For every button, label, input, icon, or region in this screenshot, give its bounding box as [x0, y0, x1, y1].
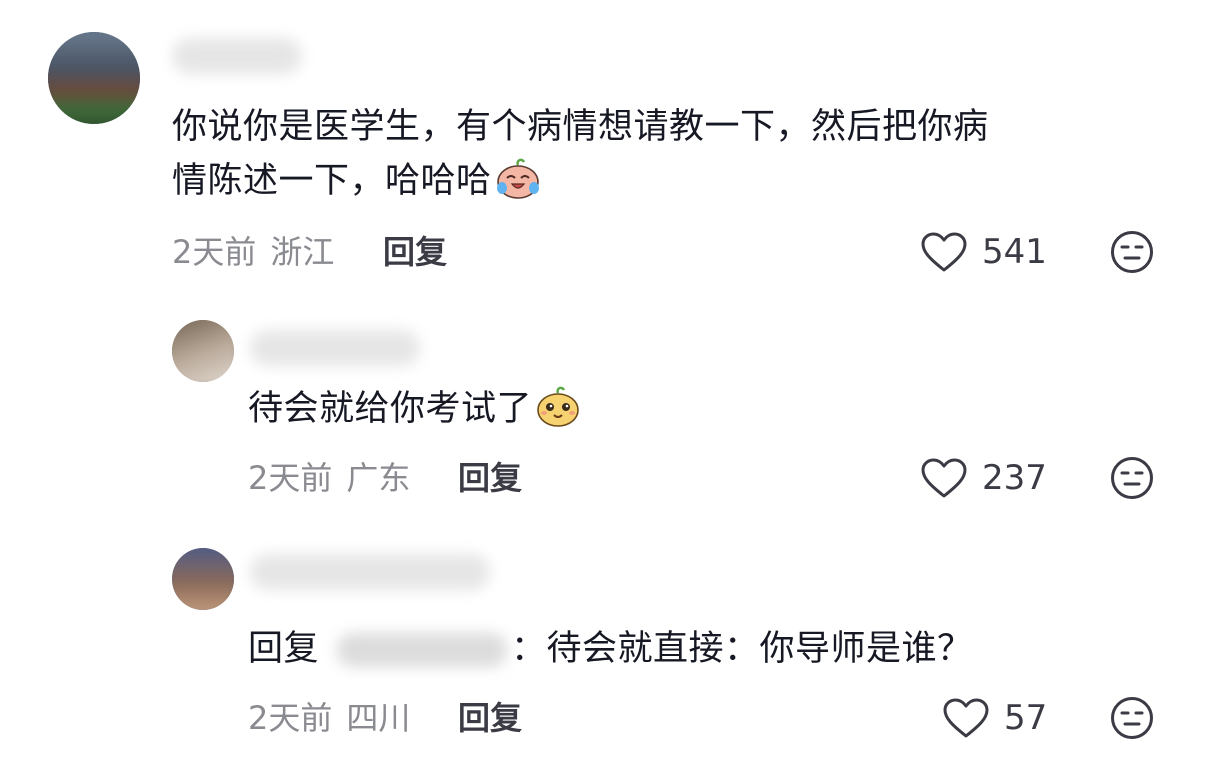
- heart-outline-icon: [921, 232, 967, 272]
- comment-meta: 2天前 四川: [248, 698, 410, 738]
- reply-button[interactable]: 回复: [458, 458, 522, 498]
- like-button[interactable]: 237: [920, 456, 1047, 500]
- reply-prefix: 回复: [248, 629, 320, 669]
- reply-button[interactable]: 回复: [458, 698, 522, 738]
- like-button[interactable]: 57: [942, 696, 1047, 740]
- like-button[interactable]: 541: [920, 230, 1047, 274]
- crying-laughing-emoji-icon: [494, 156, 542, 200]
- heart-outline-icon: [943, 698, 989, 738]
- comment-meta: 2天前 广东: [248, 458, 410, 498]
- commenter-avatar[interactable]: [48, 32, 140, 124]
- comment-time: 2天前: [248, 459, 333, 497]
- comment-meta: 2天前 浙江: [172, 232, 334, 272]
- dislike-button[interactable]: [1110, 230, 1154, 274]
- commenter-avatar[interactable]: [172, 320, 234, 382]
- commenter-name-blurred[interactable]: [172, 38, 302, 74]
- comment-time: 2天前: [172, 233, 257, 271]
- meh-face-icon: [1111, 231, 1153, 273]
- mentioned-user-blurred[interactable]: [337, 633, 508, 667]
- comment-location: 广东: [346, 459, 411, 497]
- heart-outline-icon: [921, 458, 967, 498]
- commenter-avatar[interactable]: [172, 548, 234, 610]
- like-count: 237: [982, 458, 1047, 498]
- comment-time: 2天前: [248, 699, 333, 737]
- like-count: 541: [982, 232, 1047, 272]
- reply-button[interactable]: 回复: [383, 232, 447, 272]
- commenter-name-blurred[interactable]: [250, 554, 490, 590]
- dislike-button[interactable]: [1110, 696, 1154, 740]
- meh-face-icon: [1111, 697, 1153, 739]
- smiling-emoji-icon: [534, 384, 582, 428]
- comment-item-3: 回复 ：待会就直接：你导师是谁？ 2天前 四川 回复 57: [0, 530, 1220, 768]
- comment-location: 四川: [346, 699, 411, 737]
- dislike-button[interactable]: [1110, 456, 1154, 500]
- comment-text: 回复 ：待会就直接：你导师是谁？: [248, 629, 973, 669]
- comment-text: 你说你是医学生，有个病情想请教一下，然后把你病 情陈述一下，哈哈哈: [172, 107, 989, 201]
- comment-location: 浙江: [270, 233, 335, 271]
- meh-face-icon: [1111, 457, 1153, 499]
- comment-text: 待会就给你考试了: [248, 382, 582, 436]
- comment-item-2: 待会就给你考试了 2天前 广东 回复 237: [0, 300, 1220, 520]
- comment-item-1: 你说你是医学生，有个病情想请教一下，然后把你病 情陈述一下，哈哈哈 2天前 浙江 …: [0, 0, 1220, 290]
- commenter-name-blurred[interactable]: [250, 330, 420, 366]
- like-count: 57: [1004, 698, 1048, 738]
